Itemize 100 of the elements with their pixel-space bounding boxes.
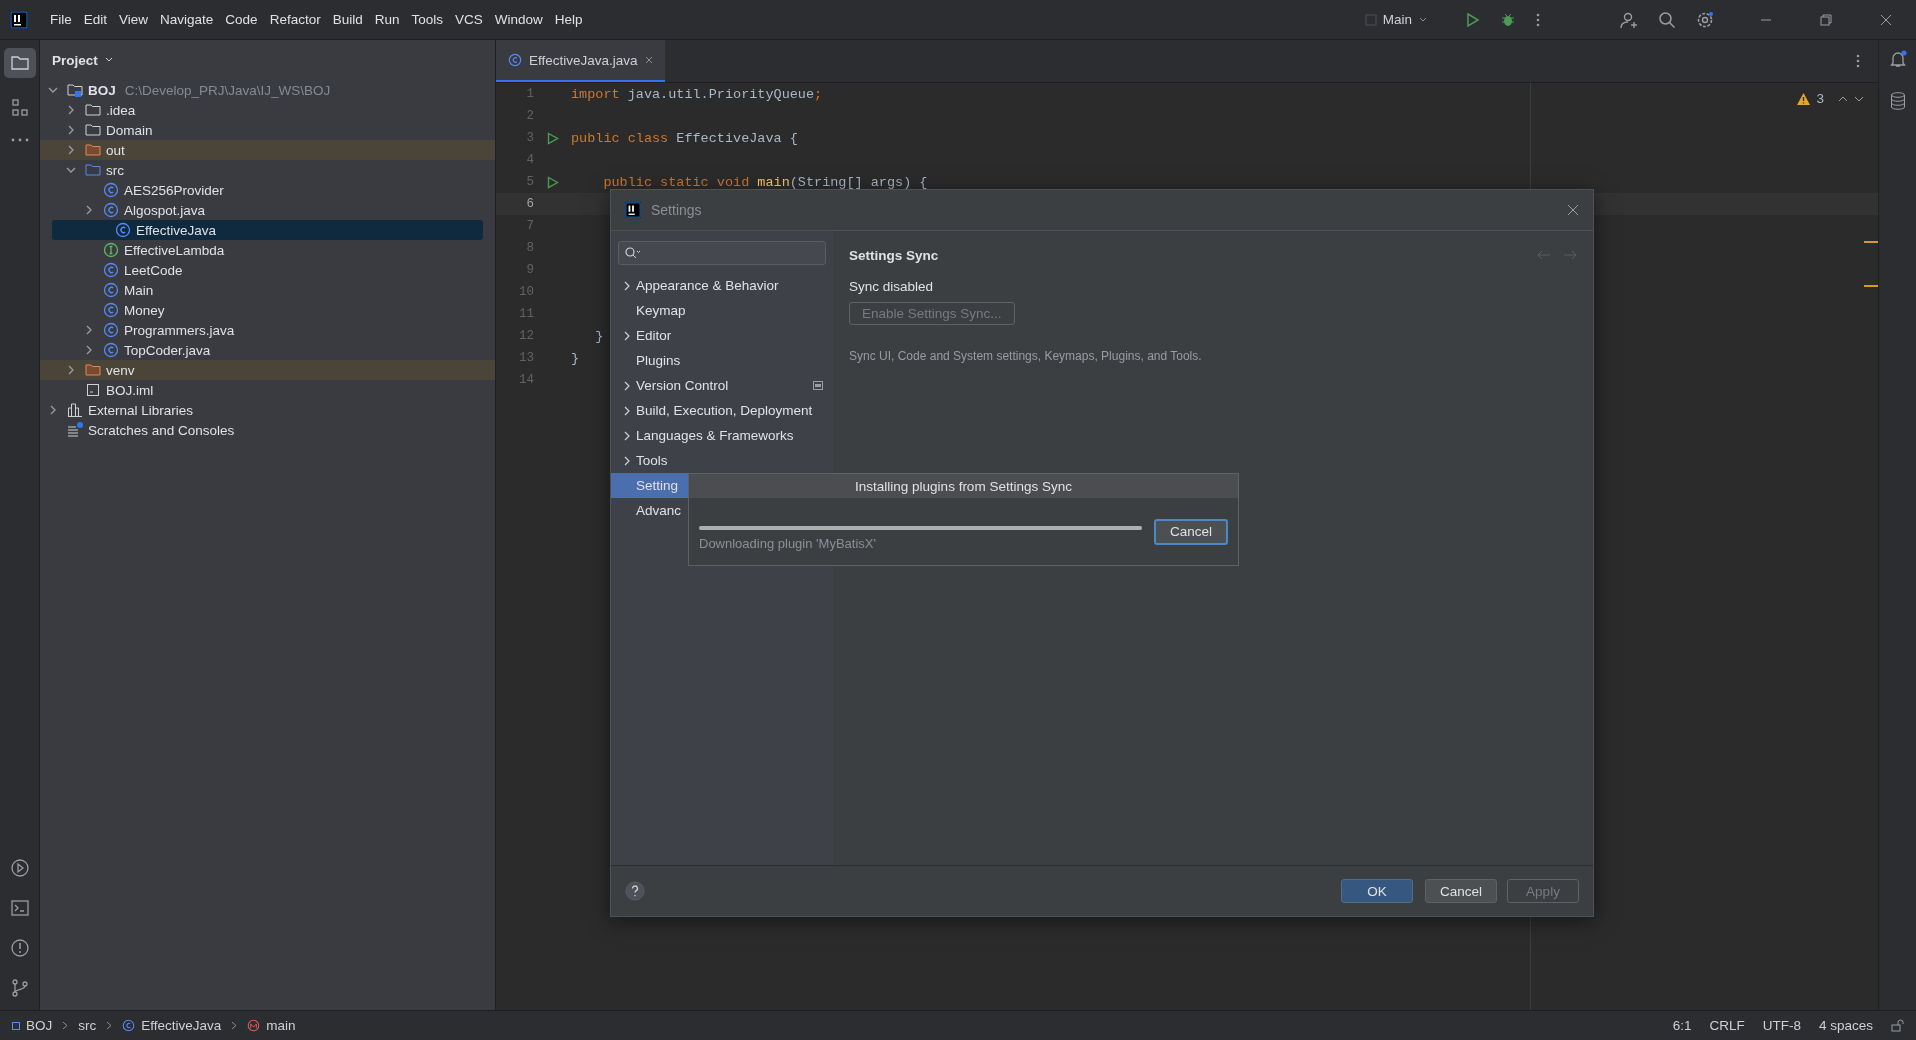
chevron-icon[interactable] bbox=[84, 325, 94, 335]
chevron-icon[interactable] bbox=[66, 365, 76, 375]
method-icon bbox=[247, 1019, 261, 1032]
tree-row[interactable]: venv bbox=[40, 360, 495, 380]
breadcrumb[interactable]: BOJ bbox=[26, 1018, 53, 1033]
tree-label: Money bbox=[124, 302, 165, 318]
warning-icon[interactable] bbox=[1797, 92, 1811, 105]
page-title: Settings Sync bbox=[849, 247, 939, 263]
chevron-icon[interactable] bbox=[84, 345, 94, 355]
tree-row[interactable]: Scratches and Consoles bbox=[40, 420, 483, 440]
tree-row[interactable]: External Libraries bbox=[40, 400, 483, 420]
database-icon[interactable] bbox=[1889, 92, 1906, 110]
status-item[interactable]: UTF-8 bbox=[1762, 1018, 1801, 1033]
search-field[interactable] bbox=[618, 241, 826, 265]
status-item[interactable]: 6:1 bbox=[1672, 1018, 1692, 1033]
problems-icon[interactable] bbox=[9, 938, 30, 958]
tree-row[interactable]: Money bbox=[40, 300, 483, 320]
terminal-icon[interactable] bbox=[9, 898, 30, 918]
tree-row[interactable]: LeetCode bbox=[40, 260, 483, 280]
settings-nav-item[interactable]: Version Control bbox=[611, 373, 833, 398]
run-icon[interactable] bbox=[546, 131, 559, 145]
tree-row[interactable]: AES256Provider bbox=[40, 180, 483, 200]
debug-icon[interactable] bbox=[1500, 11, 1516, 28]
help-icon[interactable] bbox=[625, 881, 645, 901]
tree-label: .idea bbox=[106, 102, 136, 118]
chevron-icon[interactable] bbox=[48, 405, 58, 415]
status-item[interactable]: 4 spaces bbox=[1818, 1018, 1873, 1033]
menu-item[interactable]: Edit bbox=[77, 12, 114, 27]
dialog-button[interactable]: Cancel bbox=[1425, 879, 1497, 903]
tree-label: BOJ.iml bbox=[106, 382, 154, 398]
breadcrumb[interactable]: main bbox=[266, 1018, 296, 1033]
tree-row[interactable]: Algospot.java bbox=[40, 200, 483, 220]
notification-bell-icon[interactable] bbox=[1888, 50, 1907, 68]
tree-row[interactable]: BOJ.iml bbox=[40, 380, 483, 400]
menu-item[interactable]: Build bbox=[326, 12, 369, 27]
chevron-icon[interactable] bbox=[84, 205, 94, 215]
tree-row[interactable]: out bbox=[40, 140, 495, 160]
structure-icon[interactable] bbox=[9, 98, 30, 118]
chevron-icon[interactable] bbox=[66, 165, 76, 175]
add-user-icon[interactable] bbox=[1620, 10, 1638, 29]
folder-icon[interactable] bbox=[3, 48, 36, 78]
chevron-icon[interactable] bbox=[48, 85, 58, 95]
close-icon[interactable] bbox=[644, 56, 653, 64]
breadcrumb[interactable]: src bbox=[78, 1018, 97, 1033]
tree-row[interactable]: EffectiveLambda bbox=[40, 240, 483, 260]
class-icon bbox=[103, 282, 119, 298]
run-icon[interactable] bbox=[1464, 11, 1480, 28]
status-item[interactable]: CRLF bbox=[1709, 1018, 1745, 1033]
menu-item[interactable]: Help bbox=[548, 12, 589, 27]
menu-item[interactable]: VCS bbox=[449, 12, 489, 27]
chevron-icon[interactable] bbox=[66, 125, 76, 135]
settings-nav-item[interactable]: Keymap bbox=[611, 298, 833, 323]
chevron-icon[interactable] bbox=[66, 105, 76, 115]
tree-row[interactable]: Main bbox=[40, 280, 483, 300]
menu-item[interactable]: Window bbox=[488, 12, 549, 27]
menu-item[interactable]: Refactor bbox=[263, 12, 327, 27]
settings-nav-item[interactable]: Plugins bbox=[611, 348, 833, 373]
more-icon[interactable] bbox=[1536, 12, 1540, 27]
square-icon bbox=[1364, 13, 1377, 26]
settings-nav-item[interactable]: Languages & Frameworks bbox=[611, 423, 833, 448]
menu-item[interactable]: Run bbox=[368, 12, 406, 27]
run-icon[interactable] bbox=[546, 175, 559, 189]
dialog-button[interactable]: OK bbox=[1341, 879, 1413, 903]
menu-item[interactable]: Code bbox=[219, 12, 264, 27]
breadcrumb[interactable]: EffectiveJava bbox=[141, 1018, 222, 1033]
run-icon[interactable] bbox=[9, 858, 30, 878]
settings-icon[interactable] bbox=[1696, 10, 1714, 29]
tree-row[interactable]: EffectiveJava bbox=[52, 220, 483, 240]
app-logo-icon[interactable] bbox=[10, 10, 28, 29]
sync-status: Sync disabled bbox=[849, 279, 934, 294]
close-icon[interactable] bbox=[1880, 13, 1892, 26]
settings-nav-item[interactable]: Editor bbox=[611, 323, 833, 348]
settings-nav-item[interactable]: Appearance & Behavior bbox=[611, 273, 833, 298]
restore-icon[interactable] bbox=[1820, 13, 1832, 26]
tree-row[interactable]: Domain bbox=[40, 120, 483, 140]
settings-nav-item[interactable]: Tools bbox=[611, 448, 833, 473]
lock-icon[interactable] bbox=[1891, 1019, 1904, 1032]
settings-nav-item[interactable]: Build, Execution, Deployment bbox=[611, 398, 833, 423]
menu-item[interactable]: View bbox=[113, 12, 155, 27]
line-number: 3 bbox=[525, 131, 534, 145]
search-icon[interactable] bbox=[1658, 10, 1676, 29]
run-config-dropdown[interactable]: Main bbox=[1376, 11, 1434, 28]
more-icon[interactable] bbox=[1856, 54, 1860, 68]
tree-row[interactable]: TopCoder.java bbox=[40, 340, 483, 360]
cancel-button[interactable]: Cancel bbox=[1154, 518, 1228, 545]
menu-item[interactable]: Tools bbox=[405, 12, 449, 27]
menu-item[interactable]: File bbox=[44, 12, 78, 27]
more-icon[interactable] bbox=[10, 138, 29, 142]
tree-row[interactable]: BOJ C:\Develop_PRJ\Java\IJ_WS\BOJ bbox=[40, 80, 483, 100]
menu-item[interactable]: Navigate bbox=[154, 12, 220, 27]
code-line: } bbox=[571, 350, 580, 366]
warning-count[interactable]: 3 bbox=[1816, 91, 1824, 106]
panel-title[interactable]: Project bbox=[40, 40, 114, 80]
git-branch-icon[interactable] bbox=[9, 978, 30, 998]
tree-row[interactable]: .idea bbox=[40, 100, 483, 120]
editor-tab[interactable]: EffectiveJava.java bbox=[496, 40, 665, 82]
tree-row[interactable]: src bbox=[40, 160, 483, 180]
close-icon[interactable] bbox=[1567, 204, 1579, 216]
tree-row[interactable]: Programmers.java bbox=[40, 320, 483, 340]
chevron-icon[interactable] bbox=[66, 145, 76, 155]
